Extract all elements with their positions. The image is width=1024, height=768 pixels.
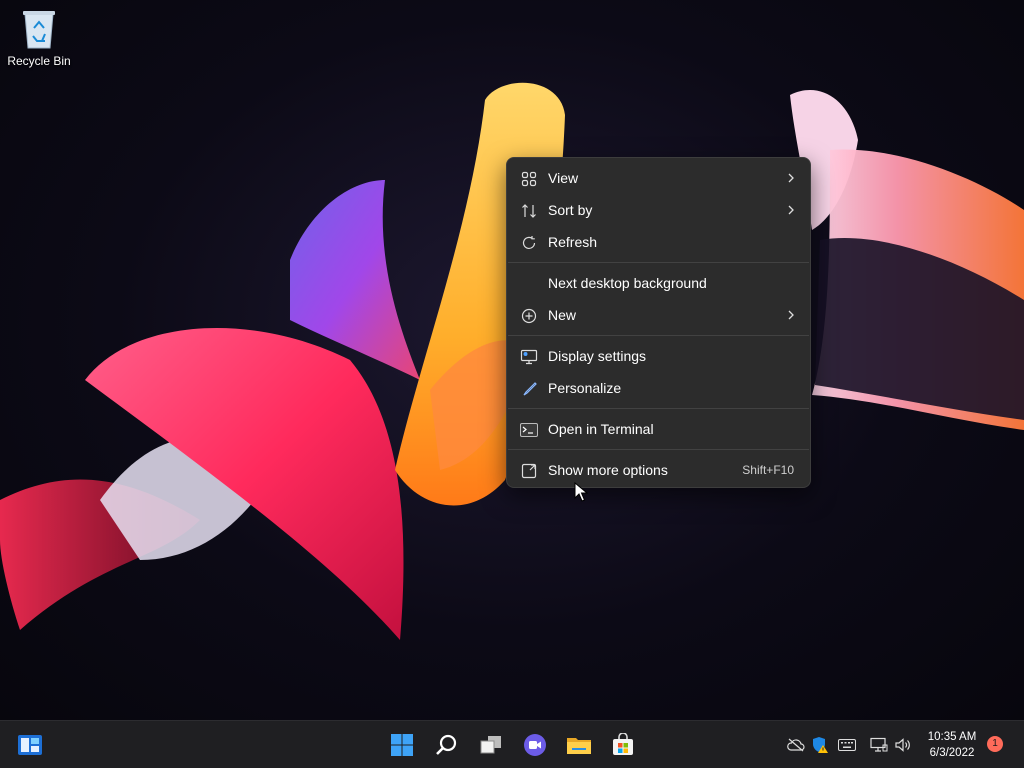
file-explorer-icon bbox=[567, 738, 591, 754]
keyboard-shortcut: Shift+F10 bbox=[742, 463, 794, 477]
clock-time: 10:35 AM bbox=[927, 731, 977, 743]
chat-button[interactable] bbox=[517, 727, 553, 763]
new-plus-icon bbox=[520, 307, 538, 325]
show-more-icon bbox=[520, 462, 538, 480]
sort-icon bbox=[520, 202, 538, 220]
view-grid-icon bbox=[520, 170, 538, 188]
keyboard-icon bbox=[838, 739, 856, 751]
taskbar-clock[interactable]: 10:35 AM 6/3/2022 bbox=[920, 729, 984, 761]
menu-item-new[interactable]: New bbox=[507, 299, 810, 331]
menu-item-label: Refresh bbox=[548, 234, 598, 250]
start-icon bbox=[391, 734, 413, 756]
search-button[interactable] bbox=[429, 727, 465, 763]
menu-item-label: Display settings bbox=[548, 348, 647, 364]
search-icon bbox=[436, 734, 457, 755]
microsoft-store-button[interactable] bbox=[605, 727, 641, 763]
menu-item-show-more-options[interactable]: Show more options Shift+F10 bbox=[507, 454, 810, 486]
brush-icon bbox=[520, 380, 538, 398]
terminal-icon bbox=[520, 421, 538, 439]
network-off-icon bbox=[787, 738, 805, 752]
menu-item-refresh[interactable]: Refresh bbox=[507, 226, 810, 258]
menu-item-sort-by[interactable]: Sort by bbox=[507, 194, 810, 226]
notification-badge[interactable]: 1 bbox=[987, 736, 1003, 752]
widgets-button[interactable] bbox=[12, 727, 48, 763]
network-status[interactable] bbox=[786, 735, 806, 755]
menu-item-label: Sort by bbox=[548, 202, 593, 218]
taskbar: 10:35 AM 6/3/2022 bbox=[0, 720, 1024, 768]
widgets-icon bbox=[18, 735, 42, 755]
display-icon bbox=[870, 737, 888, 752]
menu-item-next-desktop-background[interactable]: Next desktop background bbox=[507, 267, 810, 299]
menu-item-label: Next desktop background bbox=[548, 275, 707, 291]
menu-item-label: Show more options bbox=[548, 462, 668, 478]
menu-item-display-settings[interactable]: Display settings bbox=[507, 340, 810, 372]
recycle-bin-shortcut[interactable]: Recycle Bin bbox=[4, 6, 74, 76]
refresh-icon bbox=[520, 234, 538, 252]
desktop-context-menu: View Sort by Refresh Next desktop backgr… bbox=[506, 157, 811, 488]
task-view-icon bbox=[480, 736, 501, 754]
menu-item-personalize[interactable]: Personalize bbox=[507, 372, 810, 404]
menu-separator bbox=[508, 408, 809, 409]
display-settings-icon bbox=[520, 348, 538, 366]
chevron-right-icon bbox=[788, 310, 794, 320]
security-warning-icon bbox=[813, 737, 828, 753]
mouse-cursor-icon bbox=[574, 482, 588, 502]
chat-icon bbox=[524, 734, 546, 756]
menu-item-label: New bbox=[548, 307, 577, 323]
menu-item-view[interactable]: View bbox=[507, 162, 810, 194]
menu-item-open-in-terminal[interactable]: Open in Terminal bbox=[507, 413, 810, 445]
desktop-icon-label: Recycle Bin bbox=[7, 54, 71, 68]
security-status[interactable] bbox=[810, 735, 830, 755]
menu-item-label: View bbox=[548, 170, 579, 186]
chevron-right-icon bbox=[788, 173, 794, 183]
input-indicator[interactable] bbox=[837, 735, 857, 755]
recycle-bin-icon bbox=[23, 11, 55, 49]
volume-control[interactable] bbox=[893, 735, 913, 755]
menu-separator bbox=[508, 262, 809, 263]
menu-item-label: Personalize bbox=[548, 380, 622, 396]
menu-separator bbox=[508, 335, 809, 336]
volume-icon bbox=[895, 738, 910, 752]
chevron-right-icon bbox=[788, 205, 794, 215]
clock-date: 6/3/2022 bbox=[929, 747, 975, 759]
task-view-button[interactable] bbox=[473, 727, 509, 763]
store-icon bbox=[613, 733, 633, 755]
menu-item-label: Open in Terminal bbox=[548, 421, 654, 437]
file-explorer-button[interactable] bbox=[561, 727, 597, 763]
menu-separator bbox=[508, 449, 809, 450]
display-status[interactable] bbox=[869, 735, 889, 755]
start-button[interactable] bbox=[384, 727, 420, 763]
